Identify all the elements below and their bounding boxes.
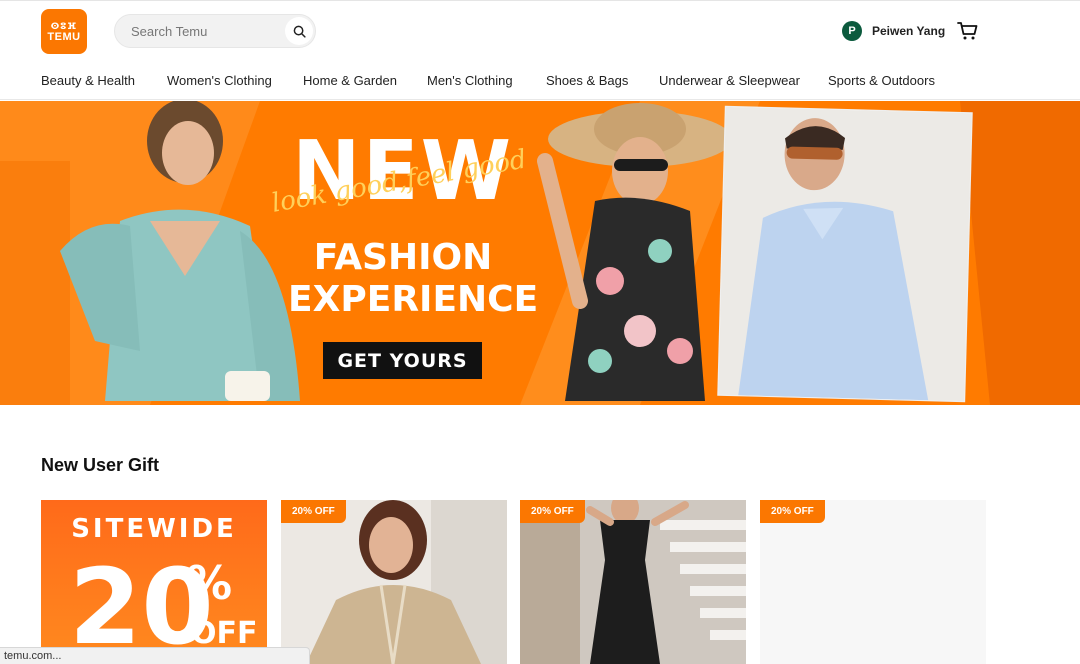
- hero-line-experience: EXPERIENCE: [288, 279, 539, 320]
- hero-line-fashion: FASHION: [313, 237, 493, 278]
- logo-text: TEMU: [47, 30, 81, 43]
- photo-card-man: [718, 106, 972, 402]
- nav-item-mens-clothing[interactable]: Men's Clothing: [427, 73, 513, 88]
- product-card-black-dress[interactable]: 20% OFF: [520, 500, 746, 664]
- nav-item-sports-outdoors[interactable]: Sports & Outdoors: [828, 73, 935, 88]
- user-name[interactable]: Peiwen Yang: [872, 24, 945, 38]
- nav-item-womens-clothing[interactable]: Women's Clothing: [167, 73, 272, 88]
- sitewide-off: OFF: [191, 616, 258, 651]
- status-bar-url: temu.com...: [0, 647, 310, 664]
- search-input[interactable]: [131, 22, 281, 40]
- search-button[interactable]: [285, 17, 313, 45]
- cart-icon[interactable]: [957, 21, 979, 41]
- search-icon: [293, 25, 306, 38]
- discount-badge: 20% OFF: [760, 500, 825, 523]
- section-title: New User Gift: [41, 455, 160, 475]
- site-header: ⵙⵓⴼ TEMU P Peiwen Yang: [0, 0, 1080, 62]
- nav-item-beauty-health[interactable]: Beauty & Health: [41, 73, 135, 88]
- avatar[interactable]: P: [842, 21, 862, 41]
- product-card-loading[interactable]: 20% OFF: [760, 500, 986, 664]
- discount-badge: 20% OFF: [520, 500, 585, 523]
- sitewide-offer-card[interactable]: SITEWIDE 20 % OFF: [41, 500, 267, 664]
- hero-subheadline: FASHION EXPERIENCE: [288, 237, 539, 321]
- search-bar: [114, 14, 316, 48]
- get-yours-button[interactable]: GET YOURS: [323, 342, 482, 379]
- nav-item-home-garden[interactable]: Home & Garden: [303, 73, 397, 88]
- product-card-blouse[interactable]: 20% OFF: [281, 500, 507, 664]
- product-image-blouse: [281, 500, 507, 664]
- temu-logo[interactable]: ⵙⵓⴼ TEMU: [41, 9, 87, 54]
- category-nav: Beauty & Health Women's Clothing Home & …: [0, 62, 1080, 100]
- nav-item-shoes-bags[interactable]: Shoes & Bags: [546, 73, 628, 88]
- logo-glyphs: ⵙⵓⴼ: [50, 20, 78, 31]
- nav-item-underwear-sleepwear[interactable]: Underwear & Sleepwear: [659, 73, 800, 88]
- discount-badge: 20% OFF: [281, 500, 346, 523]
- product-image-black-dress: [520, 500, 746, 664]
- hero-banner[interactable]: NEW look good,feel good FASHION EXPERIEN…: [0, 101, 1080, 405]
- model-man-shirt: [718, 106, 972, 402]
- sitewide-word: SITEWIDE: [71, 514, 237, 544]
- sitewide-percent: %: [186, 556, 233, 610]
